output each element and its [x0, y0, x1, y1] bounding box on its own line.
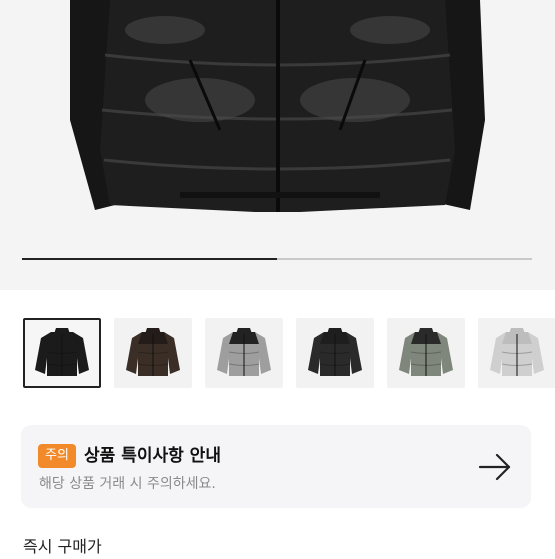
- jacket-thumbnail-icon: [217, 328, 271, 376]
- jacket-thumbnail-icon: [308, 328, 362, 376]
- jacket-thumbnail-icon: [399, 328, 453, 376]
- thumbnail-black-glossy[interactable]: [23, 318, 101, 388]
- product-notice-card[interactable]: 주의 상품 특이사항 안내 해당 상품 거래 시 주의하세요.: [21, 425, 531, 508]
- instant-buy-price-label: 즉시 구매가: [23, 537, 102, 556]
- jacket-thumbnail-icon: [126, 328, 180, 376]
- notice-subtitle: 해당 상품 거래 시 주의하세요.: [39, 476, 216, 492]
- jacket-thumbnail-icon: [490, 328, 544, 376]
- gallery-progress-bar: [22, 258, 532, 260]
- thumbnail-dark-brown[interactable]: [114, 318, 192, 388]
- warning-badge: 주의: [38, 444, 76, 468]
- jacket-thumbnail-icon: [35, 328, 89, 376]
- thumbnail-matte-black[interactable]: [296, 318, 374, 388]
- notice-title: 상품 특이사항 안내: [84, 446, 221, 466]
- gallery-progress-fill: [22, 258, 277, 260]
- thumbnail-strip[interactable]: [0, 318, 555, 390]
- product-image[interactable]: [0, 0, 555, 290]
- thumbnail-silver[interactable]: [478, 318, 555, 388]
- jacket-illustration: [70, 0, 485, 212]
- thumbnail-grey-black[interactable]: [205, 318, 283, 388]
- arrow-right-icon[interactable]: [477, 449, 513, 485]
- thumbnail-olive-grey[interactable]: [387, 318, 465, 388]
